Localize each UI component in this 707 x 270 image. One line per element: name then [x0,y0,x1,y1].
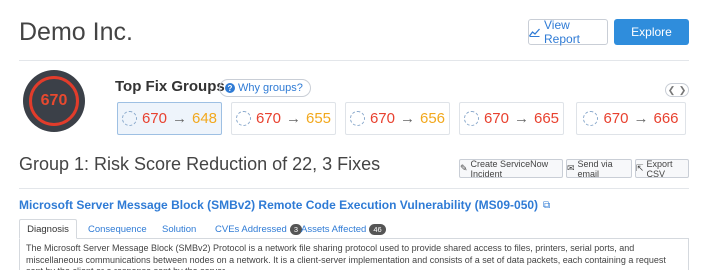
risk-score-gauge: 670 [23,70,85,132]
external-link-icon: ⧉ [543,199,551,211]
score-from: 670 [483,110,509,127]
tab-solution[interactable]: Solution [162,219,196,239]
arrow-right-icon: → [172,110,187,127]
spinner-icon [235,111,251,126]
score-to: 666 [653,110,679,127]
fix-group-card[interactable]: 670 → 666 [576,102,686,135]
chevron-left-icon[interactable]: ❮ [668,85,676,96]
envelope-icon: ✉ [567,163,575,173]
arrow-right-icon: → [514,110,529,127]
tab-label: Diagnosis [27,223,69,235]
fix-group-card[interactable]: 670 → 648 [117,102,222,135]
score-from: 670 [141,110,167,127]
view-report-button[interactable]: View Report [528,18,608,46]
export-csv-button[interactable]: ⇱ Export CSV [635,158,689,179]
tab-consequence[interactable]: Consequence [88,219,147,239]
vulnerability-title: Microsoft Server Message Block (SMBv2) R… [19,198,539,212]
chart-line-icon [529,28,540,37]
group-title: Group 1: Risk Score Reduction of 22, 3 F… [19,154,381,174]
score-to: 656 [420,110,446,127]
spinner-icon [349,111,365,126]
chevron-right-icon[interactable]: ❯ [679,85,687,96]
score-to: 665 [534,110,560,127]
why-groups-label: Why groups? [238,82,303,94]
score-from: 670 [369,110,395,127]
create-servicenow-incident-button[interactable]: ✎ Create ServiceNow Incident [459,158,563,179]
risk-score-value: 670 [40,92,68,109]
help-icon: ? [225,83,235,93]
dashboard: Demo Inc. View Report Explore 670 Top Fi… [0,0,707,270]
vulnerability-title-link[interactable]: Microsoft Server Message Block (SMBv2) R… [19,198,550,212]
tab-label: Consequence [88,223,147,235]
header-divider [19,60,689,61]
servicenow-label: Create ServiceNow Incident [470,158,549,179]
fix-group-card[interactable]: 670 → 665 [459,102,564,135]
company-title: Demo Inc. [19,18,133,46]
spinner-icon [583,111,599,126]
group-pager: ❮ ❯ [665,83,689,97]
arrow-right-icon: → [286,110,301,127]
tab-cves-addressed[interactable]: CVEs Addressed 3 [215,219,302,239]
tab-assets-affected[interactable]: Assets Affected 46 [301,219,386,239]
score-to: 648 [192,110,218,127]
score-from: 670 [255,110,281,127]
spinner-icon [463,111,479,126]
arrow-right-icon: → [400,110,415,127]
tab-label: CVEs Addressed [215,223,287,235]
fix-group-card[interactable]: 670 → 655 [231,102,336,135]
tab-label: Solution [162,223,197,235]
edit-icon: ✎ [460,163,468,173]
why-groups-button[interactable]: ? Why groups? [219,79,311,97]
view-report-label: View Report [544,18,581,46]
csv-label: Export CSV [646,158,673,179]
export-icon: ⇱ [636,163,644,173]
vulnerability-tabs: Diagnosis Consequence Solution CVEs Addr… [19,219,689,239]
explore-button[interactable]: Explore [614,19,689,45]
arrow-right-icon: → [633,110,649,127]
count-badge: 46 [369,223,386,235]
score-to: 655 [306,110,332,127]
fix-group-card[interactable]: 670 → 656 [345,102,450,135]
diagnosis-description: The Microsoft Server Message Block (SMBv… [19,239,689,270]
score-from: 670 [603,110,629,127]
tab-diagnosis[interactable]: Diagnosis [19,219,77,239]
section-divider [19,188,689,189]
tab-label: Assets Affected [301,223,367,235]
top-fix-groups-title: Top Fix Groups [115,78,225,95]
send-email-button[interactable]: ✉ Send via email [566,158,632,179]
spinner-icon [121,111,137,126]
email-label: Send via email [577,158,613,179]
